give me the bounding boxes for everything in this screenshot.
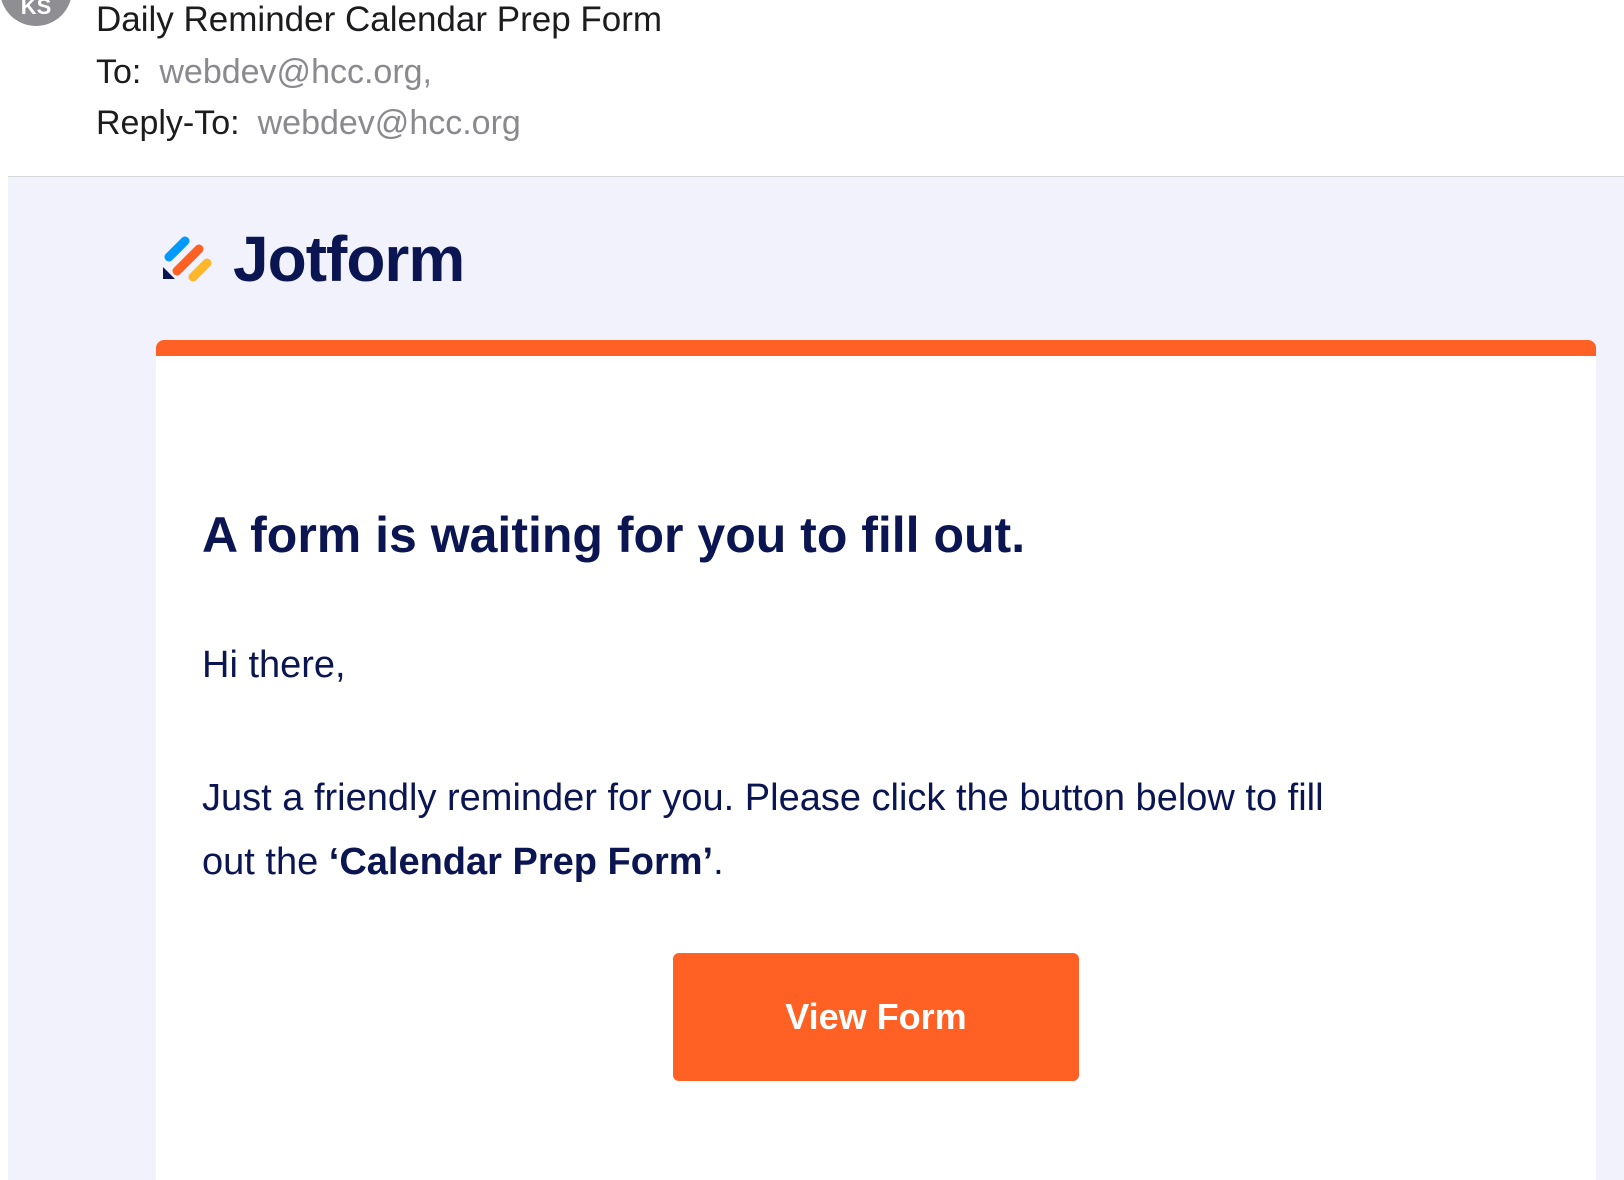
email-headline: A form is waiting for you to fill out.	[202, 507, 1026, 563]
sender-avatar: KS	[0, 0, 72, 26]
mail-header: KS Daily Reminder Calendar Prep Form To:…	[0, 0, 1624, 177]
to-row: To: webdev@hcc.org,	[96, 52, 432, 92]
view-form-button[interactable]: View Form	[673, 953, 1079, 1081]
email-message: Just a friendly reminder for you. Please…	[202, 766, 1352, 894]
email-greeting: Hi there,	[202, 644, 346, 686]
to-address[interactable]: webdev@hcc.org,	[159, 53, 432, 91]
mail-subject: Daily Reminder Calendar Prep Form	[96, 0, 663, 39]
reply-to-label: Reply-To:	[96, 104, 240, 142]
jotform-brand[interactable]: Jotform	[163, 223, 465, 295]
card-accent-bar	[156, 340, 1596, 356]
email-viewer: KS Daily Reminder Calendar Prep Form To:…	[0, 0, 1624, 1180]
message-end: .	[713, 841, 724, 883]
reply-to-address[interactable]: webdev@hcc.org	[258, 104, 521, 142]
form-name: ‘Calendar Prep Form’	[328, 841, 714, 883]
jotform-logo-icon	[163, 233, 215, 285]
avatar-initials: KS	[20, 0, 52, 19]
brand-name: Jotform	[233, 223, 465, 295]
reply-to-row: Reply-To: webdev@hcc.org	[96, 103, 521, 143]
to-label: To:	[96, 53, 142, 91]
